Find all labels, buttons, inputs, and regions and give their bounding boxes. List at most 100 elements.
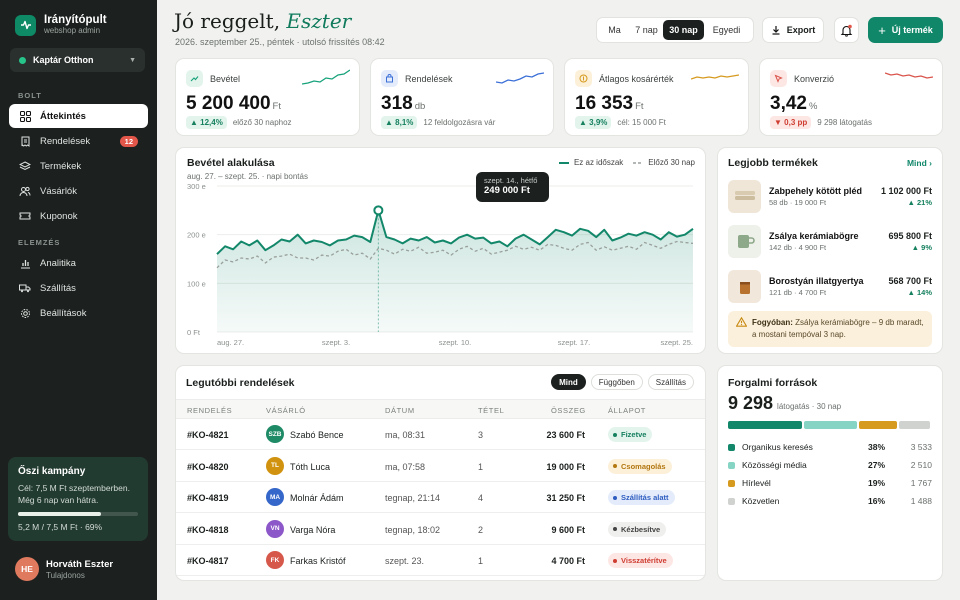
order-quantity: 3	[478, 430, 484, 440]
order-date: szept. 23.	[385, 556, 425, 566]
sidebar-item-products[interactable]: Termékek	[9, 154, 148, 178]
sidebar-item-shipping[interactable]: Szállítás	[9, 276, 148, 300]
product-item[interactable]: Zsálya kerámiabögre 142 db · 4 900 Ft 695…	[728, 224, 932, 258]
kpi-delta-badge: ▼ 0,3 pp	[770, 116, 812, 129]
column-header[interactable]: TÉTEL	[478, 406, 504, 415]
sidebar-item-settings[interactable]: Beállítások	[9, 301, 148, 325]
y-tick-label: 0 Ft	[187, 328, 201, 337]
warning-icon	[736, 317, 747, 327]
order-id[interactable]: #KO-4820	[187, 462, 229, 472]
sidebar-item-customers[interactable]: Vásárlók	[9, 179, 148, 203]
kpi-card-avg-basket[interactable]: Átlagos kosárérték 16 353 Ft ▲ 3,9% cél: 1…	[564, 58, 749, 136]
order-amount: 4 700 Ft	[551, 556, 585, 566]
store-selector[interactable]: Kaptár Otthon ▼	[10, 48, 145, 72]
chevron-down-icon: ▼	[129, 56, 136, 64]
range-custom[interactable]: Egyedi	[704, 20, 749, 40]
kpi-label: Konverzió	[794, 73, 835, 84]
source-row[interactable]: Közvetlen 16% 1 488	[728, 494, 932, 508]
export-button[interactable]: Export	[762, 17, 824, 43]
tooltip-value: 249 000 Ft	[484, 185, 530, 196]
kpi-delta-badge: ▲ 3,9%	[575, 116, 612, 129]
source-row[interactable]: Organikus keresés 38% 3 533	[728, 440, 932, 454]
source-row[interactable]: Hírlevél 19% 1 767	[728, 476, 932, 490]
kpi-note: előző 30 naphoz	[232, 118, 292, 127]
avatar: HE	[15, 557, 39, 581]
range-7-days[interactable]: 7 nap	[630, 20, 663, 40]
customer-name: Varga Nóra	[290, 524, 336, 535]
table-row[interactable]: #KO-4817 FK Farkas Kristóf szept. 23. 1 4 700…	[176, 545, 705, 576]
kpi-note: 12 feldolgozásra vár	[423, 118, 496, 127]
kpi-unit: Ft	[635, 101, 644, 112]
range-today[interactable]: Ma	[599, 20, 630, 40]
kpi-card-orders[interactable]: Rendelések 318 db ▲ 8,1% 12 feldolgozásra …	[370, 58, 554, 136]
status-badge: Fizetve	[608, 427, 653, 442]
user-profile[interactable]: HE Horváth Eszter Tulajdonos	[15, 557, 113, 581]
source-label: Organikus keresés	[742, 442, 813, 452]
product-sales: 58 db · 19 000 Ft	[769, 197, 827, 207]
orders-title: Legutóbbi rendelések	[186, 377, 295, 389]
campaign-progress-label: 5,2 M / 7,5 M Ft · 69%	[18, 522, 103, 532]
column-header[interactable]: VÁSÁRLÓ	[266, 406, 306, 415]
layers-icon	[19, 160, 31, 172]
x-tick-label: szept. 10.	[439, 338, 472, 347]
sidebar-item-label: Beállítások	[40, 307, 87, 319]
filter-all[interactable]: Mind	[551, 374, 586, 390]
column-header[interactable]: ÁLLAPOT	[608, 406, 646, 415]
order-id[interactable]: #KO-4818	[187, 525, 229, 535]
cursor-icon	[770, 70, 787, 87]
filter-pending[interactable]: Függőben	[590, 374, 643, 390]
product-item[interactable]: Zabpehely kötött pléd 58 db · 19 000 Ft 1…	[728, 179, 932, 213]
source-segment	[859, 421, 897, 429]
notifications-button[interactable]	[834, 17, 859, 43]
app-title: Irányítópult	[44, 14, 107, 26]
status-badge: Visszatérítve	[608, 553, 673, 568]
sidebar-item-coupons[interactable]: Kuponok	[9, 204, 148, 228]
order-id[interactable]: #KO-4817	[187, 556, 229, 566]
highlight-point[interactable]	[373, 205, 384, 216]
download-icon	[772, 26, 780, 35]
sources-total-unit: látogatás · 30 nap	[777, 402, 842, 411]
table-row[interactable]: #KO-4819 MA Molnár Ádám tegnap, 21:14 4 31 25…	[176, 482, 705, 513]
source-row[interactable]: Közösségi média 27% 2 510	[728, 458, 932, 472]
range-30-days[interactable]: 30 nap	[663, 20, 704, 40]
kpi-card-revenue[interactable]: Bevétel 5 200 400 Ft ▲ 12,4% előző 30 naph…	[175, 58, 360, 136]
order-id[interactable]: #KO-4821	[187, 430, 229, 440]
kpi-sparkline	[885, 72, 933, 79]
sidebar-item-label: Rendelések	[40, 135, 91, 147]
order-id[interactable]: #KO-4819	[187, 493, 229, 503]
sidebar-item-analytics[interactable]: Analitika	[9, 251, 148, 275]
table-row[interactable]: #KO-4820 TL Tóth Luca ma, 07:58 1 19 000 Ft Cs…	[176, 451, 705, 482]
export-label: Export	[786, 25, 816, 35]
product-name: Zabpehely kötött pléd	[769, 185, 863, 196]
column-header[interactable]: RENDELÉS	[187, 406, 232, 415]
status-badge: Szállítás alatt	[608, 490, 675, 505]
sidebar-item-overview[interactable]: Áttekintés	[9, 104, 148, 128]
revenue-chart-plot[interactable]: 0 Ft 100 e 200 e 300 e aug. 27. szept. 3. szep…	[175, 147, 706, 354]
coin-icon	[575, 70, 592, 87]
order-date: ma, 07:58	[385, 461, 426, 472]
kpi-label: Bevétel	[210, 73, 241, 84]
product-change: ▲ 21%	[907, 197, 932, 207]
source-percent: 16%	[868, 496, 886, 506]
filter-shipping[interactable]: Szállítás	[647, 374, 694, 390]
new-product-label: Új termék	[891, 25, 933, 35]
product-item[interactable]: Borostyán illatgyertya 121 db · 4 700 Ft …	[728, 269, 932, 303]
source-color-swatch	[728, 443, 735, 451]
sidebar: Irányítópult webshop admin Kaptár Otthon…	[0, 0, 157, 600]
column-header[interactable]: DÁTUM	[385, 406, 415, 415]
column-header[interactable]: ÖSSZEG	[551, 406, 586, 415]
table-row[interactable]: #KO-4821 SZB Szabó Bence ma, 08:31 3 23 600 F…	[176, 419, 705, 450]
brand[interactable]: Irányítópult webshop admin	[15, 14, 107, 36]
table-row[interactable]: #KO-4818 VN Varga Nóra tegnap, 18:02 2 9 600 …	[176, 514, 705, 545]
new-product-button[interactable]: + Új termék	[868, 17, 943, 43]
alert-title: Fogyóban:	[752, 318, 793, 327]
kpi-delta: 12,4%	[200, 118, 223, 127]
view-all-products-link[interactable]: Mind ›	[907, 158, 932, 168]
order-amount: 23 600 Ft	[546, 430, 585, 440]
sidebar-item-orders[interactable]: Rendelések 12	[9, 129, 148, 153]
x-tick-label: szept. 25.	[660, 338, 693, 347]
kpi-unit: Ft	[272, 101, 281, 112]
order-quantity: 1	[478, 556, 484, 566]
source-count: 3 533	[910, 442, 932, 452]
kpi-card-conversion[interactable]: Konverzió 3,42% ▼ 0,3 pp 9 298 látogatás	[759, 58, 943, 136]
